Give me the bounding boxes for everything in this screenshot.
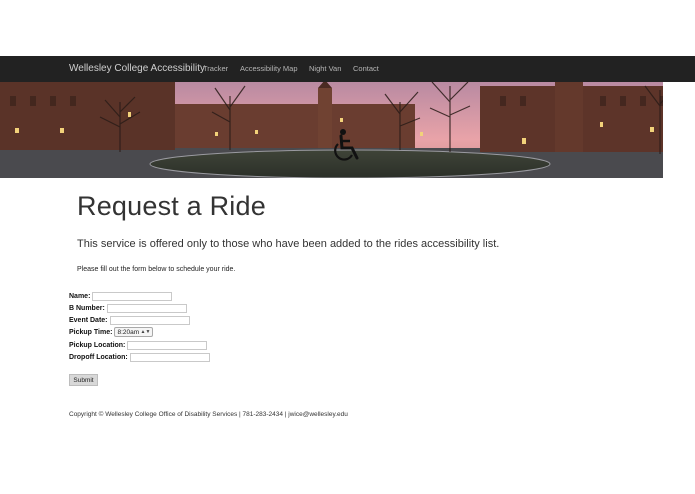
dropoff-location-label: Dropoff Location: — [69, 353, 128, 361]
event-date-input[interactable] — [109, 315, 190, 325]
campus-banner-image — [0, 82, 695, 178]
service-description: This service is offered only to those wh… — [77, 238, 500, 250]
pickup-time-label: Pickup Time: — [69, 328, 113, 336]
name-input[interactable] — [92, 291, 173, 301]
pickup-location-label: Pickup Location: — [69, 341, 126, 349]
chevron-updown-icon: ▲▼ — [140, 329, 151, 335]
nav-link-contact[interactable]: Contact — [353, 64, 379, 73]
event-date-row: Event Date: — [69, 314, 190, 326]
bnumber-label: B Number: — [69, 304, 105, 312]
form-instructions: Please fill out the form below to schedu… — [77, 266, 236, 273]
wheelchair-icon — [330, 128, 366, 164]
brand-link[interactable]: Wellesley College Accessibility — [69, 63, 205, 74]
bnumber-input[interactable] — [106, 303, 187, 313]
footer-copyright: Copyright © Wellesley College Office of … — [69, 411, 348, 418]
pickup-time-row: Pickup Time: 8:20am ▲▼ — [69, 326, 154, 338]
pickup-location-input[interactable] — [127, 340, 208, 350]
name-label: Name: — [69, 292, 91, 300]
submit-button[interactable]: Submit — [69, 374, 98, 386]
nav-link-accessibility-map[interactable]: Accessibility Map — [240, 64, 298, 73]
nav-link-tracker[interactable]: Tracker — [203, 64, 228, 73]
name-row: Name: — [69, 290, 173, 302]
nav-link-night-van[interactable]: Night Van — [309, 64, 341, 73]
pickup-time-value: 8:20am — [117, 328, 140, 336]
pickup-location-row: Pickup Location: — [69, 339, 208, 351]
bnumber-row: B Number: — [69, 302, 187, 314]
dropoff-location-row: Dropoff Location: — [69, 351, 210, 363]
page-title: Request a Ride — [77, 191, 266, 221]
event-date-label: Event Date: — [69, 316, 108, 324]
dropoff-location-input[interactable] — [129, 352, 210, 362]
top-navbar: Wellesley College Accessibility Tracker … — [0, 56, 695, 83]
pickup-time-select[interactable]: 8:20am ▲▼ — [114, 327, 154, 337]
